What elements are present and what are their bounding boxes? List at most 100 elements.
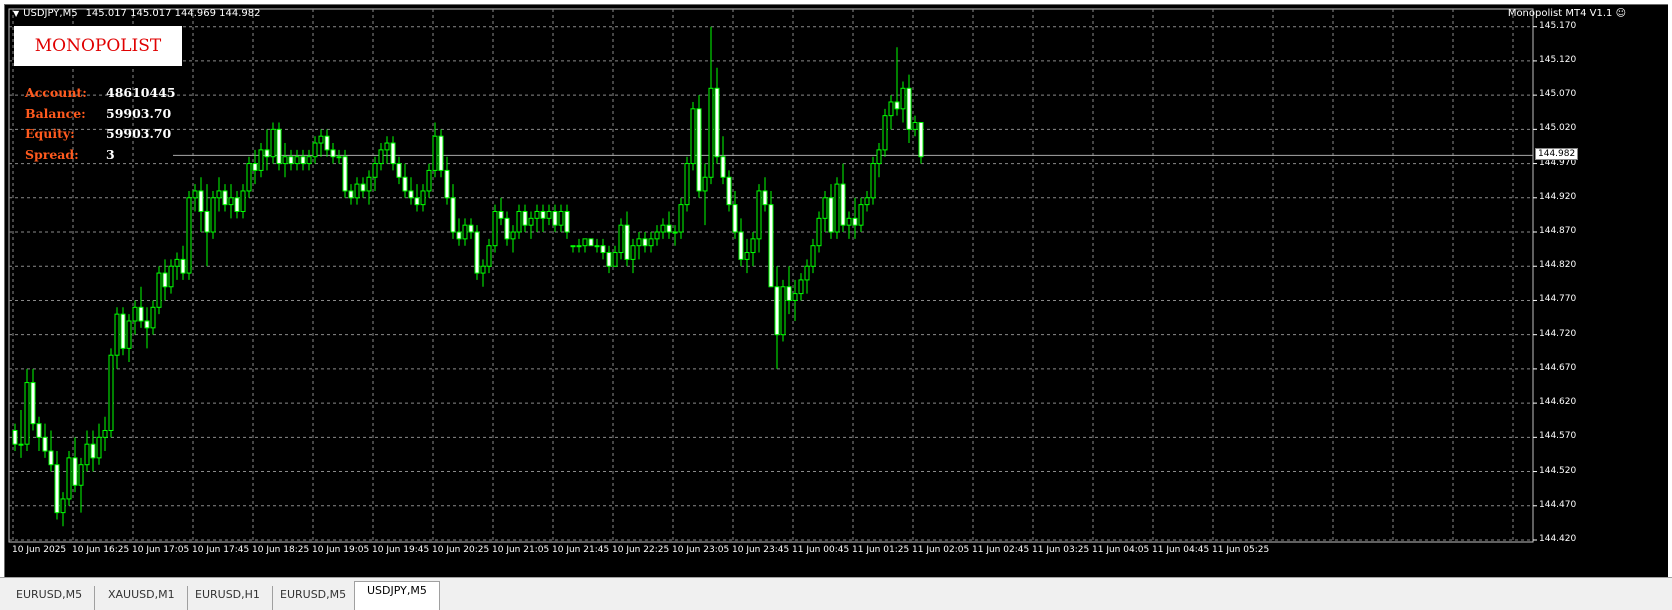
- time-tick-label: 11 Jun 01:25: [852, 545, 910, 555]
- tab-usdjpy-m5[interactable]: USDJPY,M5: [354, 581, 440, 610]
- candle-body: [774, 286, 780, 336]
- candle-body: [84, 443, 90, 466]
- indicator-name: Monopolist MT4 V1.1: [1507, 8, 1613, 19]
- chart-canvas[interactable]: [5, 5, 1669, 578]
- candle-body: [330, 149, 336, 158]
- candle-body: [516, 210, 522, 233]
- candle-body: [870, 163, 876, 199]
- candle-body: [744, 252, 750, 260]
- candle-body: [408, 190, 414, 199]
- price-tick-label: 144.470: [1539, 499, 1577, 510]
- tab-xauusd-m1[interactable]: XAUUSD,M1: [96, 586, 188, 610]
- candle-body: [18, 443, 24, 446]
- candle-body: [696, 108, 702, 192]
- candle-body: [606, 252, 612, 267]
- tab-eurusd-h1[interactable]: EURUSD,H1: [183, 586, 273, 610]
- price-tick-label: 144.520: [1539, 465, 1577, 476]
- time-tick-label: 10 Jun 18:25: [252, 545, 310, 555]
- candle-body: [384, 142, 390, 151]
- candle-body: [252, 163, 258, 171]
- candle-body: [300, 156, 306, 165]
- account-value: 48610445: [106, 85, 176, 100]
- price-chart[interactable]: ▼ USDJPY,M5 145.017 145.017 144.969 144.98…: [4, 4, 1668, 577]
- time-tick-label: 10 Jun 17:45: [192, 545, 250, 555]
- candle-body: [126, 320, 132, 349]
- candle-body: [546, 210, 552, 219]
- candle-body: [144, 320, 150, 329]
- candle-body: [198, 190, 204, 212]
- candle-body: [270, 128, 276, 158]
- candle-body: [786, 286, 792, 301]
- price-tick-label: 144.770: [1539, 294, 1577, 305]
- candle-body: [828, 197, 834, 233]
- candle-body: [768, 204, 774, 288]
- tab-eurusd-m5-2[interactable]: EURUSD,M5: [268, 586, 360, 610]
- smiley-icon: ☺: [1615, 8, 1626, 19]
- time-tick-label: 10 Jun 21:05: [492, 545, 550, 555]
- candle-body: [618, 224, 624, 254]
- candle-body: [576, 245, 582, 248]
- candle-body: [888, 101, 894, 117]
- ohlc-values: 145.017 145.017 144.969 144.982: [85, 8, 261, 19]
- time-tick-label: 11 Jun 02:05: [912, 545, 970, 555]
- candle-body: [66, 457, 72, 500]
- current-price-tag: 144.982: [1535, 148, 1579, 161]
- time-tick-label: 10 Jun 20:25: [432, 545, 490, 555]
- candle-body: [120, 313, 126, 349]
- candle-body: [180, 258, 186, 274]
- candle-body: [150, 306, 156, 329]
- candle-body: [216, 190, 222, 199]
- tab-eurusd-m5[interactable]: EURUSD,M5: [4, 586, 96, 610]
- candle-body: [678, 204, 684, 233]
- time-tick-label: 10 Jun 21:45: [552, 545, 610, 555]
- indicator-label: Monopolist MT4 V1.1 ☺: [1508, 8, 1626, 19]
- candle-body: [378, 149, 384, 165]
- candle-body: [498, 210, 504, 219]
- candle-body: [726, 176, 732, 206]
- equity-value: 59903.70: [106, 126, 172, 141]
- candle-body: [798, 279, 804, 295]
- candle-body: [882, 115, 888, 151]
- candle-body: [396, 163, 402, 178]
- candle-body: [348, 190, 354, 199]
- candle-body: [558, 210, 564, 226]
- candle-body: [762, 190, 768, 206]
- candle-body: [192, 190, 198, 199]
- candle-body: [288, 156, 294, 165]
- chevron-down-icon[interactable]: ▼: [13, 9, 19, 18]
- candle-body: [420, 190, 426, 206]
- candle-body: [468, 224, 474, 233]
- chart-tabs: EURUSD,M5 XAUUSD,M1 EURUSD,H1 EURUSD,M5 …: [0, 577, 1672, 610]
- candle-body: [276, 128, 282, 165]
- candle-body: [918, 122, 924, 158]
- candle-body: [174, 258, 180, 267]
- candle-body: [264, 149, 270, 158]
- time-tick-label: 11 Jun 03:25: [1032, 545, 1090, 555]
- candle-body: [78, 464, 84, 486]
- candle-body: [186, 197, 192, 274]
- time-tick-label: 10 Jun 2025: [12, 545, 67, 555]
- candle-body: [756, 190, 762, 240]
- price-tick-label: 144.920: [1539, 191, 1577, 202]
- monopolist-logo: MONOPOLIST: [14, 26, 182, 66]
- candle-body: [648, 238, 654, 247]
- candle-body: [282, 156, 288, 165]
- time-tick-label: 10 Jun 19:45: [372, 545, 430, 555]
- time-tick-label: 11 Jun 04:05: [1092, 545, 1150, 555]
- candle-body: [240, 190, 246, 212]
- candle-body: [258, 149, 264, 171]
- candle-body: [366, 176, 372, 192]
- candle-body: [54, 464, 60, 514]
- candle-body: [24, 382, 30, 445]
- candle-body: [30, 382, 36, 425]
- candle-body: [204, 210, 210, 233]
- chart-header: ▼ USDJPY,M5 145.017 145.017 144.969 144.98…: [13, 8, 261, 19]
- time-tick-label: 11 Jun 00:45: [792, 545, 850, 555]
- candle-body: [336, 156, 342, 159]
- candle-body: [750, 238, 756, 254]
- balance-row: Balance: 59903.70: [25, 106, 175, 127]
- candle-body: [132, 306, 138, 322]
- candle-body: [690, 108, 696, 165]
- price-tick-label: 144.570: [1539, 431, 1577, 442]
- candle-body: [210, 197, 216, 233]
